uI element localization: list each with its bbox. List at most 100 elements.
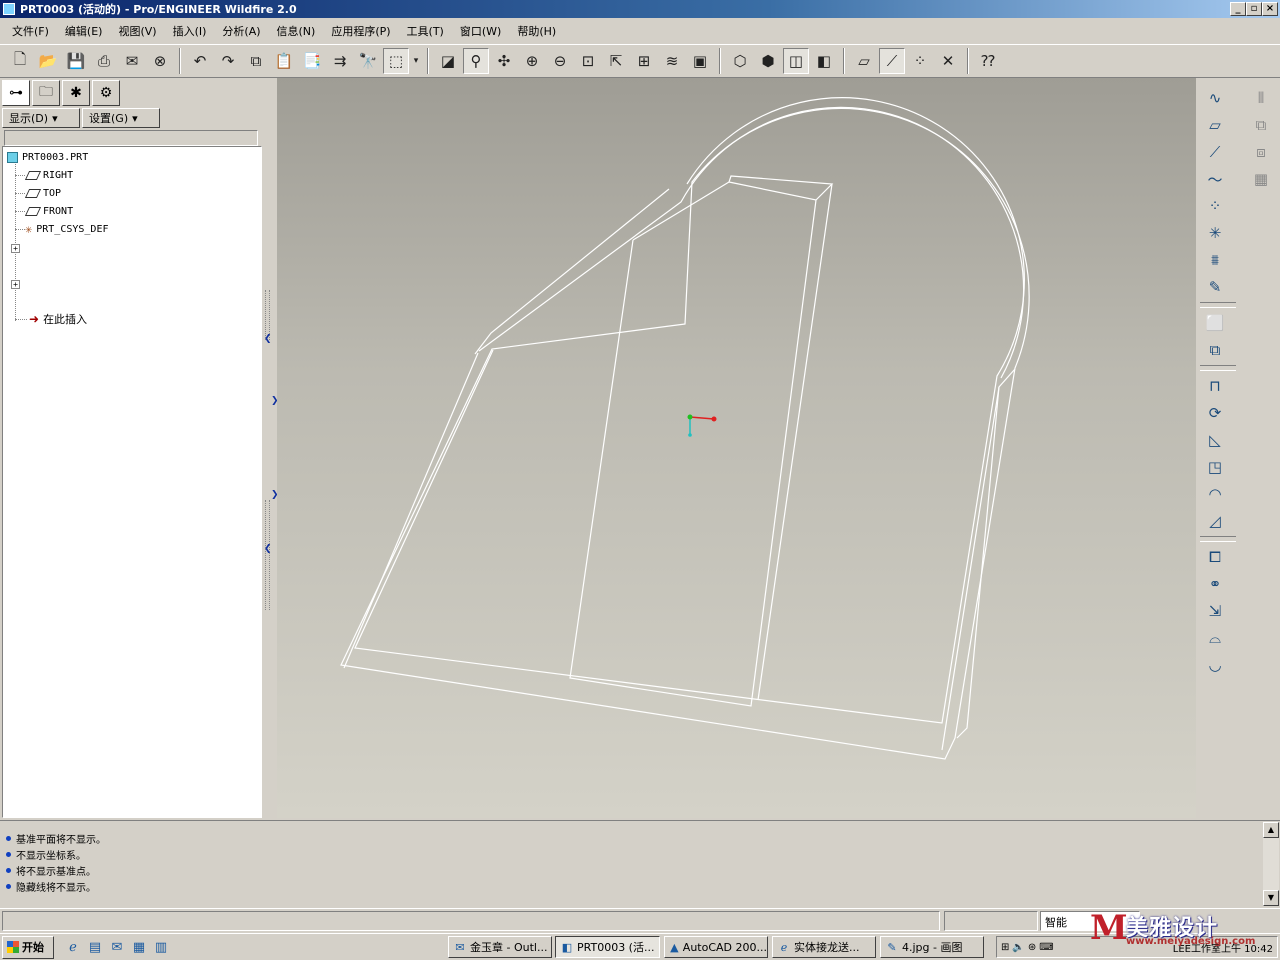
- wireframe-icon[interactable]: ⬡: [727, 48, 753, 74]
- model-tree-filter[interactable]: [4, 130, 258, 146]
- repaint-icon[interactable]: ◪: [435, 48, 461, 74]
- menu-view[interactable]: 视图(V): [110, 23, 164, 39]
- feature-icon[interactable]: ⧉: [1200, 337, 1230, 363]
- datum-planes-icon[interactable]: ▱: [851, 48, 877, 74]
- desktop-icon[interactable]: ▤: [86, 938, 104, 956]
- excel-icon[interactable]: ▦: [130, 938, 148, 956]
- redo-icon[interactable]: ↷: [215, 48, 241, 74]
- task-autocad[interactable]: ▲ AutoCAD 200...: [664, 936, 768, 958]
- menu-window[interactable]: 窗口(W): [452, 23, 509, 39]
- merge-icon[interactable]: ⇲: [1200, 598, 1230, 624]
- sketch-tool-icon[interactable]: ✎: [1200, 274, 1230, 300]
- scroll-up-icon[interactable]: ▲: [1263, 822, 1279, 838]
- scroll-track[interactable]: [1263, 838, 1279, 890]
- csys-icon[interactable]: ✕: [935, 48, 961, 74]
- saved-views-icon[interactable]: ⇱: [603, 48, 629, 74]
- send-icon[interactable]: ✉: [119, 48, 145, 74]
- menu-insert[interactable]: 插入(I): [165, 23, 215, 39]
- orient-icon[interactable]: ✣: [491, 48, 517, 74]
- tree-item-insert-here[interactable]: ➜ 在此插入: [29, 311, 87, 327]
- paste-special-icon[interactable]: 📑: [299, 48, 325, 74]
- close-window-icon[interactable]: ⊗: [147, 48, 173, 74]
- menu-tools[interactable]: 工具(T): [399, 23, 452, 39]
- menu-edit[interactable]: 编辑(E): [57, 23, 111, 39]
- shaded-icon[interactable]: ◧: [811, 48, 837, 74]
- display-menu-button[interactable]: 显示(D) ▾: [2, 108, 80, 128]
- context-help-icon[interactable]: ⁇: [975, 48, 1001, 74]
- volume-icon[interactable]: 🔈: [1012, 942, 1024, 953]
- collapse-left-icon[interactable]: ❮: [264, 334, 272, 344]
- task-paint[interactable]: ✎ 4.jpg - 画图: [880, 936, 984, 958]
- close-button[interactable]: ×: [1262, 2, 1278, 16]
- regenerate-icon[interactable]: ⇉: [327, 48, 353, 74]
- menu-applications[interactable]: 应用程序(P): [323, 23, 398, 39]
- undo-icon[interactable]: ↶: [187, 48, 213, 74]
- layers-icon[interactable]: ≋: [659, 48, 685, 74]
- chamfer-icon[interactable]: ◿: [1200, 508, 1230, 534]
- pattern-table-icon[interactable]: ▦: [1246, 166, 1276, 192]
- paste-icon[interactable]: 📋: [271, 48, 297, 74]
- menu-info[interactable]: 信息(N): [269, 23, 324, 39]
- menu-analysis[interactable]: 分析(A): [214, 23, 268, 39]
- tree-item-front[interactable]: FRONT: [24, 203, 73, 219]
- select-dropdown-icon[interactable]: ▾: [411, 48, 421, 74]
- word-icon[interactable]: ▥: [152, 938, 170, 956]
- datum-curve-tool-icon[interactable]: 〜: [1200, 166, 1230, 192]
- datum-axis-tool-icon[interactable]: ⟋: [1200, 139, 1230, 165]
- annotation-icon[interactable]: ⬜: [1200, 310, 1230, 336]
- move-feature-icon[interactable]: ⧈: [1246, 139, 1276, 165]
- sketch-curve-icon[interactable]: ∿: [1200, 85, 1230, 111]
- minimize-button[interactable]: _: [1230, 2, 1246, 16]
- zoom-out-icon[interactable]: ⊖: [547, 48, 573, 74]
- task-outlook[interactable]: ✉ 金玉章 - Outl...: [448, 936, 552, 958]
- find-icon[interactable]: 🔭: [355, 48, 381, 74]
- save-icon[interactable]: 💾: [63, 48, 89, 74]
- model-tree-tab-icon[interactable]: ⊶: [2, 80, 30, 106]
- start-button[interactable]: 开始: [2, 935, 54, 959]
- tree-item-top[interactable]: TOP: [24, 185, 61, 201]
- datum-points-icon[interactable]: ⁘: [907, 48, 933, 74]
- task-browser[interactable]: ℯ 实体接龙送...: [772, 936, 876, 958]
- message-scrollbar[interactable]: ▲ ▼: [1263, 822, 1279, 906]
- tree-item-root[interactable]: PRT0003.PRT: [7, 149, 88, 165]
- copy-feature-icon[interactable]: ⧉: [1246, 112, 1276, 138]
- panel-sash[interactable]: ❮ ❯ ❯ ❮: [263, 80, 279, 820]
- named-view-icon[interactable]: ⊞: [631, 48, 657, 74]
- csys-tool-icon[interactable]: ✳: [1200, 220, 1230, 246]
- extrude-icon[interactable]: ⊓: [1200, 373, 1230, 399]
- security-icon[interactable]: ⊛: [1028, 942, 1036, 953]
- analysis-feature-icon[interactable]: ⩩: [1200, 247, 1230, 273]
- connections-tab-icon[interactable]: ⚙: [92, 80, 120, 106]
- tree-item-right[interactable]: RIGHT: [24, 167, 73, 183]
- view-manager-icon[interactable]: ▣: [687, 48, 713, 74]
- spin-center-icon[interactable]: ⚲: [463, 48, 489, 74]
- new-icon[interactable]: 🗋: [7, 48, 33, 74]
- network-icon[interactable]: ⊞: [1001, 942, 1009, 953]
- task-proengineer[interactable]: ◧ PRT0003 (活...: [555, 936, 660, 958]
- offset-icon[interactable]: ◡: [1200, 652, 1230, 678]
- pattern-icon[interactable]: ⧠: [1200, 544, 1230, 570]
- mirror-tool-icon[interactable]: ⫴: [1246, 85, 1276, 111]
- zoom-in-icon[interactable]: ⊕: [519, 48, 545, 74]
- mirror-icon[interactable]: ⚭: [1200, 571, 1230, 597]
- no-hidden-icon[interactable]: ◫: [783, 48, 809, 74]
- datum-plane-tool-icon[interactable]: ▱: [1200, 112, 1230, 138]
- revolve-icon[interactable]: ⟳: [1200, 400, 1230, 426]
- copy-icon[interactable]: ⧉: [243, 48, 269, 74]
- print-icon[interactable]: ⎙: [91, 48, 117, 74]
- tree-item-csys[interactable]: ✳ PRT_CSYS_DEF: [25, 221, 108, 237]
- refit-icon[interactable]: ⊡: [575, 48, 601, 74]
- hidden-line-icon[interactable]: ⬢: [755, 48, 781, 74]
- datum-axes-icon[interactable]: ⟋: [879, 48, 905, 74]
- menu-help[interactable]: 帮助(H): [509, 23, 564, 39]
- expand-feature-button[interactable]: +: [11, 280, 20, 289]
- outlook-icon[interactable]: ✉: [108, 938, 126, 956]
- expand-feature-button[interactable]: +: [11, 244, 20, 253]
- select-box-icon[interactable]: ⬚: [383, 48, 409, 74]
- favorites-tab-icon[interactable]: ✱: [62, 80, 90, 106]
- trim-icon[interactable]: ⌓: [1200, 625, 1230, 651]
- open-icon[interactable]: 📂: [35, 48, 61, 74]
- folder-browser-tab-icon[interactable]: 🗀: [32, 80, 60, 106]
- shell-icon[interactable]: ◳: [1200, 454, 1230, 480]
- ie-icon[interactable]: ℯ: [64, 938, 82, 956]
